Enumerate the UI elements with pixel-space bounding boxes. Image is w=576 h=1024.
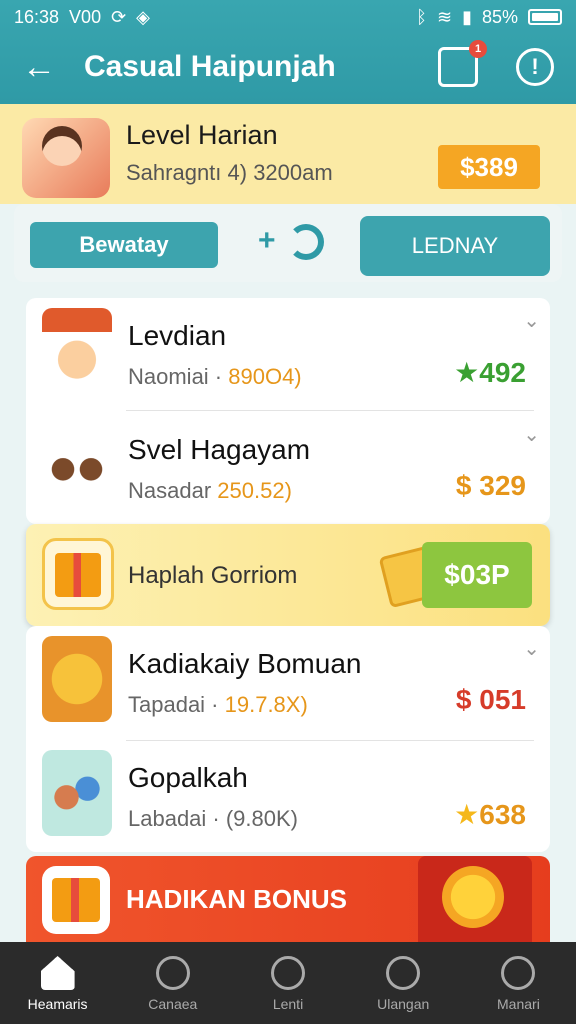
divider	[126, 410, 534, 411]
status-bar: 16:38 V00 ⟳ ◈ ᛒ ≋ ▮ 85%	[0, 0, 576, 30]
header: ← Casual Haipunjah 1 !	[0, 30, 576, 104]
tab-row: Bewatay + LEDNAY	[14, 204, 562, 282]
status-time: 16:38	[14, 6, 60, 27]
home-icon	[40, 956, 75, 990]
nav-item-canaea[interactable]: Canaea	[115, 942, 230, 1024]
item-amount-value: 638	[479, 799, 526, 830]
level-avatar-icon	[22, 118, 110, 198]
item-sub-num: (9.80K)	[225, 806, 299, 831]
nav-item-lenti[interactable]: Lenti	[230, 942, 345, 1024]
item-sub-label: Tapadai ·	[128, 692, 225, 717]
battery-icon	[528, 9, 562, 25]
star-icon: ★	[454, 357, 480, 388]
refresh-icon[interactable]	[288, 224, 324, 260]
bottom-nav: Heamaris Canaea Lenti Ulangan Manari	[0, 942, 576, 1024]
top-bar: 16:38 V00 ⟳ ◈ ᛒ ≋ ▮ 85% ← Casual Haipunj…	[0, 0, 576, 104]
cart-button[interactable]: 1	[438, 40, 487, 87]
sync-icon: ⟳	[111, 6, 127, 27]
list-card: Kadiakaiy Bomuan Tapadai · 19.7.8X) $ 05…	[26, 626, 550, 852]
nav-label: Manari	[497, 996, 540, 1012]
level-subtitle: Sahragntı 4) 3200am	[126, 160, 333, 185]
chevron-down-icon[interactable]: ⌄	[523, 308, 540, 333]
item-amount: ★638	[454, 798, 526, 831]
list-card: Levdian Naomiai · 890O4) ★492 ⌄ Svel Hag…	[26, 298, 550, 524]
list-item[interactable]: Kadiakaiy Bomuan Tapadai · 19.7.8X) $ 05…	[26, 626, 550, 738]
item-name: Levdian	[128, 320, 227, 351]
nav-item-ulangan[interactable]: Ulangan	[346, 942, 461, 1024]
status-carrier: V00	[69, 6, 102, 27]
item-amount: $ 329	[455, 470, 526, 501]
chevron-down-icon[interactable]: ⌄	[523, 636, 540, 661]
item-subtitle: Nasadar 250.52)	[128, 478, 292, 504]
level-price-button[interactable]: $389	[438, 145, 540, 189]
search-icon	[501, 956, 536, 990]
nav-label: Ulangan	[377, 996, 430, 1012]
signal-icon: ▮	[462, 6, 472, 27]
item-name: Kadiakaiy Bomuan	[128, 648, 362, 679]
gift-title: Haplah Gorriom	[128, 562, 298, 589]
item-sub-label: Nasadar	[128, 478, 218, 503]
list-item[interactable]: Levdian Naomiai · 890O4) ★492 ⌄	[26, 298, 550, 410]
item-sub-label: Naomiai ·	[128, 364, 229, 389]
wifi-icon: ≋	[436, 6, 453, 27]
star-icon: ★	[454, 799, 480, 830]
back-arrow-icon[interactable]: ←	[22, 48, 66, 87]
item-amount: ★492	[454, 356, 526, 389]
item-sub-num: 250.52)	[217, 478, 292, 503]
plus-icon[interactable]: +	[258, 224, 276, 258]
bowl-icon	[42, 636, 112, 722]
item-sub-label: Labadai ·	[128, 806, 226, 831]
info-icon[interactable]: !	[516, 48, 554, 86]
page-title: Casual Haipunjah	[84, 50, 336, 83]
tab-lednay[interactable]: LEDNAY	[360, 216, 550, 276]
clock-icon	[271, 956, 305, 990]
item-name: Gopalkah	[128, 762, 248, 793]
nav-label: Canaea	[148, 996, 198, 1012]
sun-icon	[442, 866, 504, 928]
battery-text: 85%	[481, 6, 518, 27]
avatar	[42, 422, 112, 508]
item-subtitle: Naomiai · 890O4)	[128, 364, 302, 390]
list-item[interactable]: Gopalkah Labadai · (9.80K) ★638	[26, 740, 550, 852]
item-amount: $ 051	[455, 684, 526, 715]
gift-row[interactable]: Haplah Gorriom $03P	[26, 524, 550, 626]
level-title: Level Harian	[126, 120, 278, 150]
nav-item-manari[interactable]: Manari	[461, 942, 576, 1024]
list-item[interactable]: Svel Hagayam Nasadar 250.52) $ 329 ⌄	[26, 412, 550, 524]
sun-icon-panel	[418, 856, 532, 942]
bonus-title: HADIKAN BONUS	[126, 884, 347, 914]
nav-item-home[interactable]: Heamaris	[0, 942, 115, 1024]
item-subtitle: Labadai · (9.80K)	[128, 806, 298, 832]
gift-box-icon	[42, 866, 110, 934]
bluetooth-icon: ᛒ	[416, 6, 427, 27]
item-name: Svel Hagayam	[128, 434, 311, 465]
tab-bewatay[interactable]: Bewatay	[30, 222, 218, 268]
chevron-down-icon[interactable]: ⌄	[523, 422, 540, 447]
item-amount-value: 492	[479, 357, 526, 388]
cart-badge: 1	[469, 40, 487, 58]
item-subtitle: Tapadai · 19.7.8X)	[128, 692, 308, 718]
avatar	[42, 308, 112, 394]
gift-price-button[interactable]: $03P	[422, 542, 532, 608]
avatar	[42, 750, 112, 836]
nav-label: Heamaris	[27, 996, 88, 1012]
nav-label: Lenti	[272, 996, 304, 1012]
person-icon	[155, 956, 190, 990]
chat-icon	[386, 956, 421, 990]
shield-icon: ◈	[136, 6, 151, 27]
gift-box-icon	[42, 538, 114, 610]
item-sub-num: 19.7.8X)	[224, 692, 308, 717]
item-sub-num: 890O4)	[228, 364, 302, 389]
bonus-banner[interactable]: HADIKAN BONUS	[26, 856, 550, 942]
level-banner[interactable]: Level Harian Sahragntı 4) 3200am $389	[0, 104, 576, 204]
